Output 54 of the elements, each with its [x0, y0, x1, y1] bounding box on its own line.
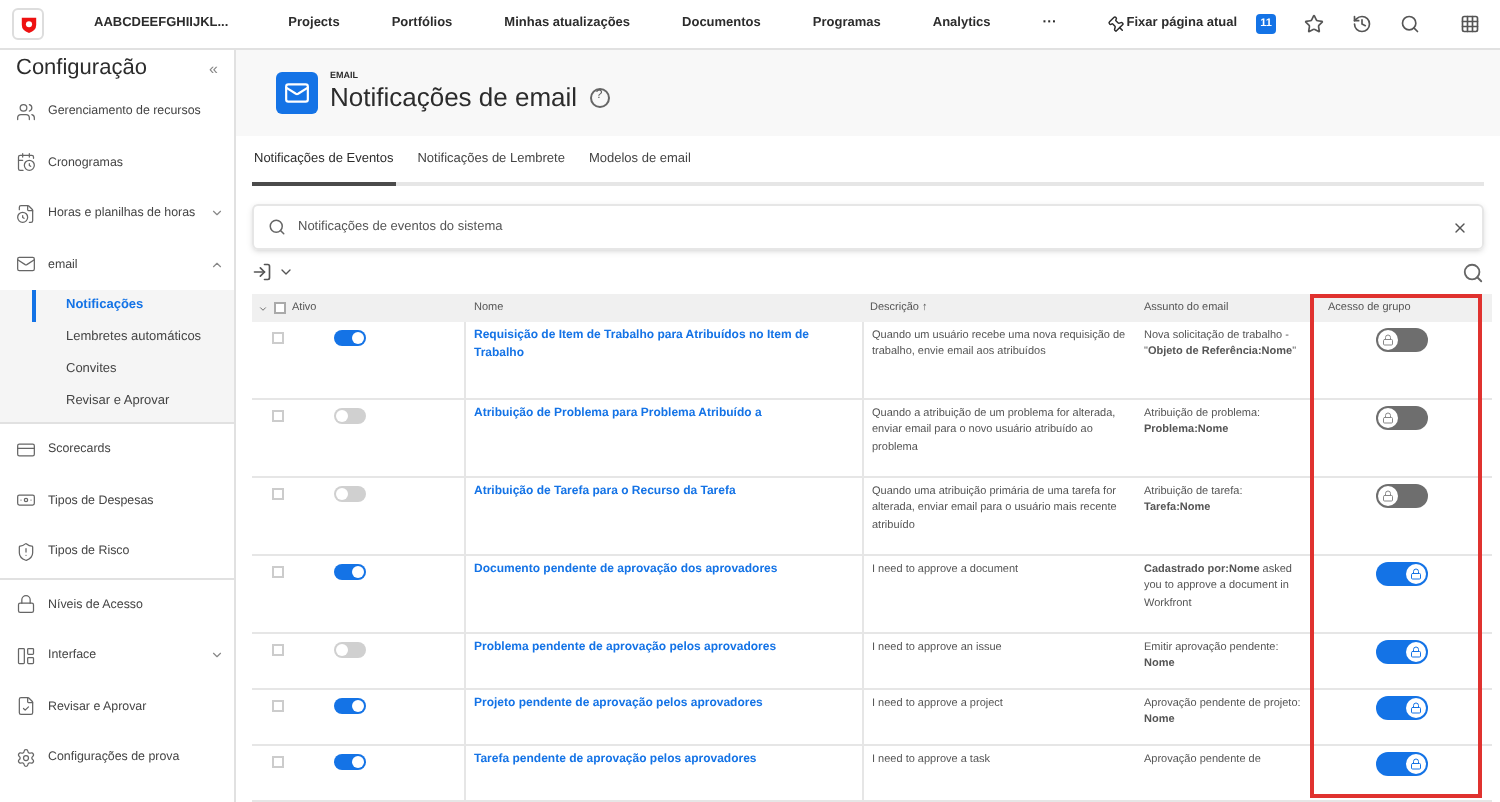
- row-checkbox[interactable]: [272, 700, 284, 712]
- app-logo-icon[interactable]: [12, 8, 44, 40]
- group-access-toggle[interactable]: [1376, 752, 1428, 776]
- search-icon[interactable]: [1400, 14, 1420, 34]
- row-checkbox[interactable]: [272, 332, 284, 344]
- lock-icon: [1410, 702, 1422, 714]
- menu-item-icon: [16, 101, 36, 122]
- apps-grid-icon[interactable]: [1460, 14, 1480, 34]
- lock-icon: [1410, 758, 1422, 770]
- clear-icon[interactable]: [1452, 219, 1468, 235]
- lock-icon: [1382, 334, 1394, 346]
- lock-icon: [1382, 490, 1394, 502]
- active-toggle[interactable]: [334, 754, 366, 770]
- menu-item-icon: [16, 203, 36, 224]
- row-checkbox[interactable]: [272, 410, 284, 422]
- active-toggle[interactable]: [334, 408, 366, 424]
- menu-item-icon: [16, 152, 36, 173]
- active-toggle[interactable]: [334, 642, 366, 658]
- lock-icon: [1410, 646, 1422, 658]
- mail-icon: [276, 72, 318, 114]
- active-toggle[interactable]: [334, 698, 366, 714]
- row-checkbox[interactable]: [272, 488, 284, 500]
- row-checkbox[interactable]: [272, 756, 284, 768]
- select-all-checkbox[interactable]: [274, 302, 286, 314]
- row-checkbox[interactable]: [272, 644, 284, 656]
- collapse-button[interactable]: «: [209, 57, 218, 81]
- chevron-down-icon[interactable]: [278, 264, 294, 280]
- group-access-toggle[interactable]: [1376, 406, 1428, 430]
- history-icon[interactable]: [1352, 14, 1372, 34]
- group-access-toggle[interactable]: [1376, 328, 1428, 352]
- menu-item-icon: [16, 439, 36, 460]
- sidebar-title: Configuração: [16, 54, 147, 85]
- page-title: Notificações de email: [330, 81, 578, 114]
- menu-item-icon: [16, 254, 36, 275]
- row-checkbox[interactable]: [272, 566, 284, 578]
- menu-item-icon: [16, 645, 36, 666]
- menu-item-icon: [16, 594, 36, 615]
- lock-icon: [1382, 412, 1394, 424]
- export-icon[interactable]: [252, 262, 272, 282]
- search-icon: [268, 218, 286, 236]
- group-access-toggle[interactable]: [1376, 484, 1428, 508]
- active-toggle[interactable]: [334, 564, 366, 580]
- menu-item-icon: [16, 490, 36, 511]
- menu-item-icon: [16, 541, 36, 562]
- lock-icon: [1410, 568, 1422, 580]
- star-icon[interactable]: [1304, 14, 1324, 34]
- group-access-toggle[interactable]: [1376, 696, 1428, 720]
- active-toggle[interactable]: [334, 330, 366, 346]
- menu-item-icon: [16, 696, 36, 717]
- group-access-toggle[interactable]: [1376, 562, 1428, 586]
- menu-item-icon: [16, 747, 36, 768]
- group-access-toggle[interactable]: [1376, 640, 1428, 664]
- active-toggle[interactable]: [334, 486, 366, 502]
- search-icon[interactable]: [1462, 261, 1484, 283]
